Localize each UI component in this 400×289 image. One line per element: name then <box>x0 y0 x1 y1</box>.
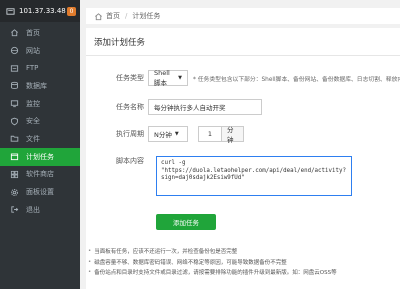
server-ip: 101.37.33.48 <box>19 7 66 15</box>
sidebar-item-label: 面板设置 <box>26 188 54 197</box>
task-type-value: Shell脚本 <box>154 69 170 87</box>
sidebar-item-files[interactable]: 文件 <box>0 130 80 148</box>
period-unit: 分钟 <box>222 126 244 144</box>
chevron-down-icon: ▼ <box>174 131 179 137</box>
sidebar-item-home[interactable]: 首页 <box>0 24 80 42</box>
sidebar-item-label: 软件商店 <box>26 170 54 179</box>
note-item: 磁盘容量不够、数据库密码错误、网络不稳定等原因，可能导致数据备份不完整 <box>88 257 398 268</box>
sidebar: 101.37.33.48 0 首页 网站 FTP 数据库 监控 安全 文件 计划… <box>0 0 80 289</box>
period-label: 执行周期 <box>116 130 144 138</box>
sidebar-item-label: 退出 <box>26 205 40 214</box>
sidebar-item-cron[interactable]: 计划任务 <box>0 147 80 166</box>
database-icon <box>8 80 20 92</box>
sidebar-item-label: 监控 <box>26 99 40 108</box>
notes-list: 当面板有任务，应该不还运行一次，并检查备份包是否完整 磁盘容量不够、数据库密码错… <box>88 246 398 278</box>
server-icon <box>4 5 16 17</box>
script-textarea[interactable]: curl -g "https://duola.letaohelper.com/a… <box>156 156 352 196</box>
breadcrumb-current: 计划任务 <box>132 12 161 20</box>
period-row: 执行周期 N分钟 ▼ 1 分钟 <box>86 126 244 144</box>
task-name-input[interactable]: 每分钟执行多人自动开奖 <box>148 99 262 115</box>
sidebar-item-logout[interactable]: 退出 <box>0 201 80 219</box>
sidebar-item-label: 数据库 <box>26 81 47 90</box>
sidebar-item-label: 网站 <box>26 46 40 55</box>
task-type-select[interactable]: Shell脚本 ▼ <box>148 69 188 87</box>
task-name-label: 任务名称 <box>116 103 144 111</box>
home-icon <box>92 10 104 22</box>
sidebar-header: 101.37.33.48 0 <box>0 0 80 22</box>
home-icon <box>8 27 20 39</box>
sidebar-item-security[interactable]: 安全 <box>0 112 80 130</box>
shield-icon <box>8 115 20 127</box>
chevron-down-icon: ▼ <box>178 75 182 81</box>
task-name-row: 任务名称 每分钟执行多人自动开奖 <box>86 99 262 115</box>
add-task-button[interactable]: 添加任务 <box>156 214 216 230</box>
script-label: 脚本内容 <box>116 157 144 165</box>
sidebar-item-store[interactable]: 软件商店 <box>0 166 80 184</box>
folder-icon <box>8 133 20 145</box>
globe-icon <box>8 45 20 57</box>
period-value: N分钟 <box>154 131 172 139</box>
sidebar-item-database[interactable]: 数据库 <box>0 77 80 95</box>
script-row: 脚本内容 <box>86 156 148 166</box>
breadcrumb-home-link[interactable]: 首页 <box>106 11 120 21</box>
period-number-input[interactable]: 1 <box>198 126 222 142</box>
breadcrumb-separator: / <box>125 12 128 20</box>
settings-icon <box>8 186 20 198</box>
sidebar-item-websites[interactable]: 网站 <box>0 42 80 60</box>
task-type-hint: * 任务类型包含以下部分：Shell脚本、备份网站、备份数据库、日志切割、释放内 <box>193 76 400 83</box>
task-type-label: 任务类型 <box>116 74 144 82</box>
sidebar-item-ftp[interactable]: FTP <box>0 59 80 77</box>
period-select[interactable]: N分钟 ▼ <box>148 126 188 142</box>
monitor-icon <box>8 98 20 110</box>
sidebar-item-label: 首页 <box>26 28 40 37</box>
ftp-icon <box>8 62 20 74</box>
panel-title: 添加计划任务 <box>86 28 400 56</box>
note-item: 备份站点和目录时支持文件或目录过滤，请按需要排除功能的插件升级到最新版。如：网盘… <box>88 267 398 278</box>
sidebar-item-label: 安全 <box>26 117 40 126</box>
calendar-icon <box>8 151 20 163</box>
breadcrumb: 首页 / 计划任务 <box>86 8 400 24</box>
notification-badge[interactable]: 0 <box>67 6 76 16</box>
sidebar-item-label: 文件 <box>26 134 40 143</box>
store-icon <box>8 168 20 180</box>
note-item: 当面板有任务，应该不还运行一次，并检查备份包是否完整 <box>88 246 398 257</box>
logout-icon <box>8 204 20 216</box>
sidebar-item-settings[interactable]: 面板设置 <box>0 183 80 201</box>
task-type-row: 任务类型 Shell脚本 ▼ * 任务类型包含以下部分：Shell脚本、备份网站… <box>86 69 400 87</box>
sidebar-item-label: FTP <box>26 64 39 73</box>
sidebar-item-label: 计划任务 <box>26 152 54 161</box>
sidebar-item-monitor[interactable]: 监控 <box>0 95 80 113</box>
